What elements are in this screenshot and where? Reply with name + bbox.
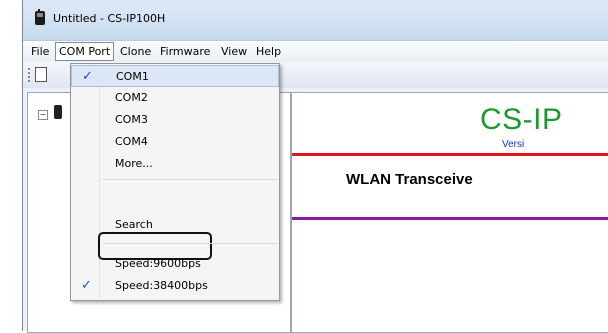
menu-file[interactable]: File [31, 45, 49, 58]
check-icon: ✓ [82, 69, 93, 84]
menu-item-label: COM2 [115, 91, 148, 104]
tree-collapse-icon[interactable]: − [38, 110, 48, 120]
com-port-dropdown: ✓ COM1 COM2 COM3 COM4 More... Search Spe… [70, 63, 280, 301]
menu-bar: File COM Port Clone Firmware View Help [23, 40, 608, 63]
menu-view[interactable]: View [221, 45, 247, 58]
menu-item-com2[interactable]: COM2 [71, 87, 279, 109]
menu-separator [103, 179, 277, 180]
menu-separator [103, 243, 277, 244]
app-device-icon [35, 9, 45, 25]
menu-item-com3[interactable]: COM3 [71, 109, 279, 131]
menu-item-more[interactable]: More... [71, 153, 279, 175]
document-title: CS-IP [480, 103, 563, 136]
document-subtitle: WLAN Transceive [346, 171, 473, 188]
red-divider [292, 153, 608, 156]
tree-device-icon [54, 105, 62, 119]
menu-com-port[interactable]: COM Port [55, 42, 115, 61]
menu-item-label: Search [115, 218, 153, 231]
menu-item-label: COM1 [116, 70, 149, 83]
menu-item-speed-38400[interactable]: ✓ Speed:38400bps [71, 275, 279, 297]
menu-item-label: COM3 [115, 113, 148, 126]
menu-item-label: Speed:9600bps [115, 257, 201, 270]
title-bar[interactable]: Untitled - CS-IP100H [23, 0, 608, 40]
menu-item-label: More... [115, 157, 153, 170]
purple-divider [292, 217, 608, 220]
menu-item-com1[interactable]: ✓ COM1 [71, 65, 279, 87]
toolbar-grip-icon[interactable] [28, 68, 32, 82]
new-document-icon[interactable] [35, 67, 47, 82]
check-icon: ✓ [81, 278, 92, 293]
menu-item-label: Speed:38400bps [115, 279, 208, 292]
menu-item-label: COM4 [115, 135, 148, 148]
menu-firmware[interactable]: Firmware [160, 45, 210, 58]
window-title: Untitled - CS-IP100H [53, 12, 166, 25]
document-pane: CS-IP Versi WLAN Transceive [291, 92, 608, 333]
menu-clone[interactable]: Clone [120, 45, 151, 58]
menu-help[interactable]: Help [256, 45, 281, 58]
document-version: Versi [502, 139, 525, 150]
menu-item-com4[interactable]: COM4 [71, 131, 279, 153]
menu-item-speed-9600[interactable]: Speed:9600bps [71, 253, 279, 275]
